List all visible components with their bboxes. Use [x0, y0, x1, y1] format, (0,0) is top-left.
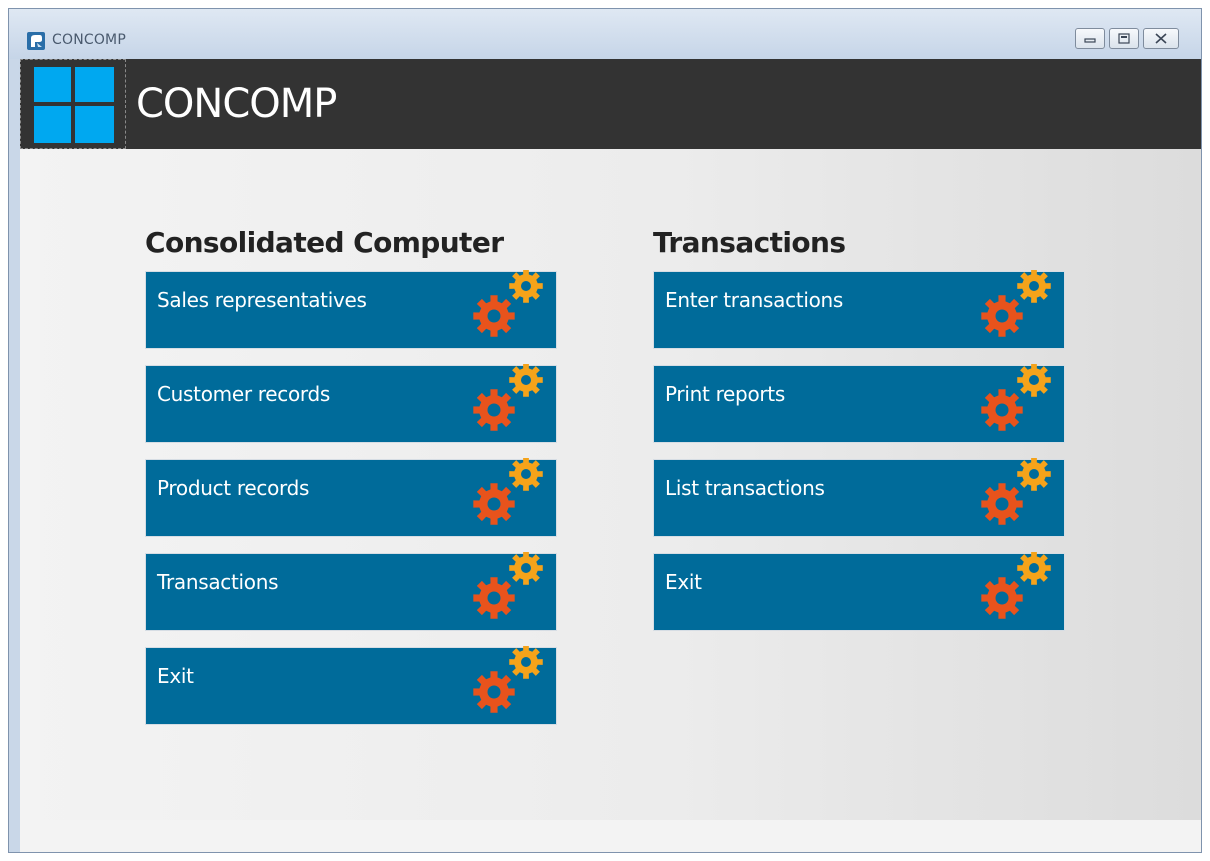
title-bar[interactable]: CONCOMP	[9, 9, 1201, 59]
minimize-icon	[1084, 37, 1096, 43]
gears-icon	[473, 646, 543, 713]
product-records-button[interactable]: Product records	[145, 458, 557, 537]
gears-icon	[473, 552, 543, 619]
tile-label: Transactions	[157, 570, 279, 594]
tile-label: List transactions	[665, 476, 825, 500]
customer-records-button[interactable]: Customer records	[145, 364, 557, 443]
client-area: CONCOMP Consolidated Computer Sales repr…	[20, 59, 1201, 852]
gears-icon	[981, 270, 1051, 337]
windows-logo-icon	[34, 67, 114, 143]
gears-icon	[981, 364, 1051, 431]
tile-label: Product records	[157, 476, 310, 500]
section-title: Consolidated Computer	[145, 226, 504, 259]
gears-icon	[981, 552, 1051, 619]
tile-label: Sales representatives	[157, 288, 367, 312]
tile-label: Enter transactions	[665, 288, 844, 312]
tile-label: Exit	[665, 570, 702, 594]
section-title: Transactions	[653, 226, 846, 259]
app-header: CONCOMP	[20, 59, 1201, 149]
exit-button[interactable]: Exit	[145, 646, 557, 725]
close-icon	[1155, 33, 1167, 44]
app-window: CONCOMP CONCOMP Consolidated Computer Sa…	[8, 8, 1202, 853]
gears-icon	[473, 364, 543, 431]
gears-icon	[473, 458, 543, 525]
gears-icon	[473, 270, 543, 337]
maximize-icon	[1118, 33, 1130, 44]
tile-label: Exit	[157, 664, 194, 688]
minimize-button[interactable]	[1075, 28, 1105, 49]
close-button[interactable]	[1143, 28, 1179, 49]
enter-transactions-button[interactable]: Enter transactions	[653, 270, 1065, 349]
maximize-button[interactable]	[1109, 28, 1139, 49]
window-controls	[1075, 28, 1179, 49]
list-transactions-button[interactable]: List transactions	[653, 458, 1065, 537]
header-title: CONCOMP	[136, 81, 337, 127]
app-icon	[27, 32, 45, 50]
logo-tile[interactable]	[20, 59, 126, 149]
window-title: CONCOMP	[52, 32, 126, 48]
exit-button[interactable]: Exit	[653, 552, 1065, 631]
sales-representatives-button[interactable]: Sales representatives	[145, 270, 557, 349]
transactions-button[interactable]: Transactions	[145, 552, 557, 631]
section-consolidated-computer: Consolidated Computer Sales representati…	[145, 226, 557, 741]
section-transactions: Transactions Enter transactions Print re…	[653, 226, 1065, 647]
print-reports-button[interactable]: Print reports	[653, 364, 1065, 443]
gears-icon	[981, 458, 1051, 525]
tile-label: Customer records	[157, 382, 331, 406]
tile-label: Print reports	[665, 382, 785, 406]
